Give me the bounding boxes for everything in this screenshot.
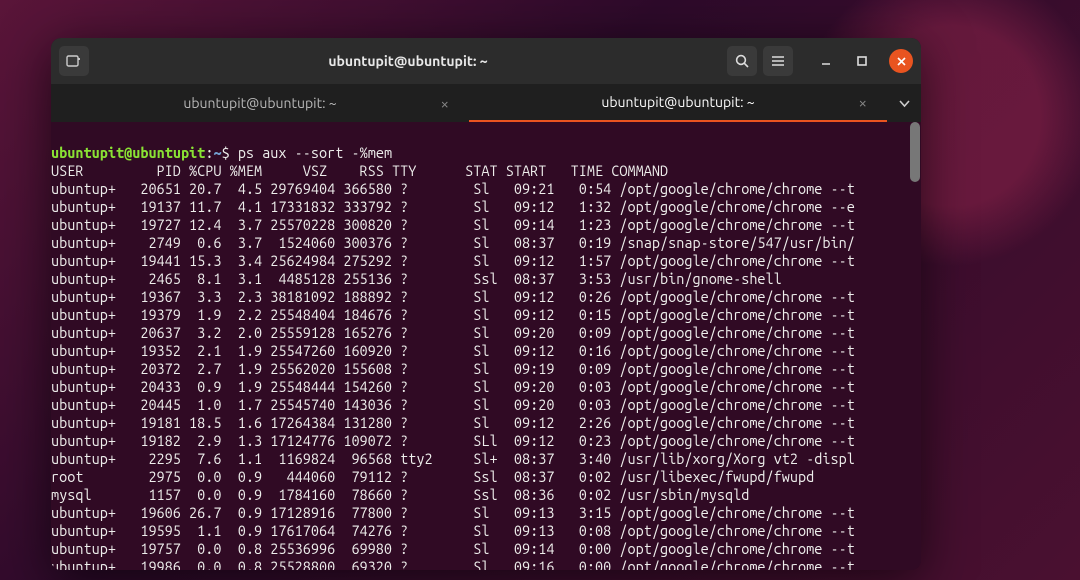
tab-label: ubuntupit@ubuntupit: ~ [183, 95, 336, 111]
prompt-command: ps aux --sort -%mem [238, 144, 392, 161]
ps-output-block: USER PID %CPU %MEM VSZ RSS TTY STAT STAR… [51, 162, 855, 570]
prompt-user: ubuntupit [51, 144, 124, 161]
tab-close-icon[interactable]: × [859, 94, 867, 111]
tab-label: ubuntupit@ubuntupit: ~ [601, 94, 754, 110]
close-button[interactable] [889, 49, 913, 73]
terminal-window: ubuntupit@ubuntupit: ~ ubuntupit@ubuntup… [51, 38, 921, 570]
prompt-host: ubuntupit [132, 144, 205, 161]
tab-1[interactable]: ubuntupit@ubuntupit: ~ × [51, 84, 469, 122]
titlebar: ubuntupit@ubuntupit: ~ [51, 38, 921, 84]
new-tab-button[interactable] [59, 46, 89, 76]
terminal-output[interactable]: ubuntupit@ubuntupit:~$ ps aux --sort -%m… [51, 122, 921, 570]
tab-strip: ubuntupit@ubuntupit: ~ × ubuntupit@ubunt… [51, 84, 921, 122]
search-button[interactable] [727, 46, 757, 76]
tab-2[interactable]: ubuntupit@ubuntupit: ~ × [469, 84, 887, 122]
maximize-button[interactable] [847, 46, 877, 76]
tab-close-icon[interactable]: × [441, 95, 449, 112]
scrollbar-thumb[interactable] [910, 122, 920, 182]
tabs-dropdown-button[interactable] [887, 84, 921, 122]
window-title: ubuntupit@ubuntupit: ~ [95, 53, 721, 69]
scrollbar[interactable] [910, 122, 920, 570]
minimize-button[interactable] [811, 46, 841, 76]
menu-button[interactable] [763, 46, 793, 76]
prompt-path: ~ [213, 144, 221, 161]
